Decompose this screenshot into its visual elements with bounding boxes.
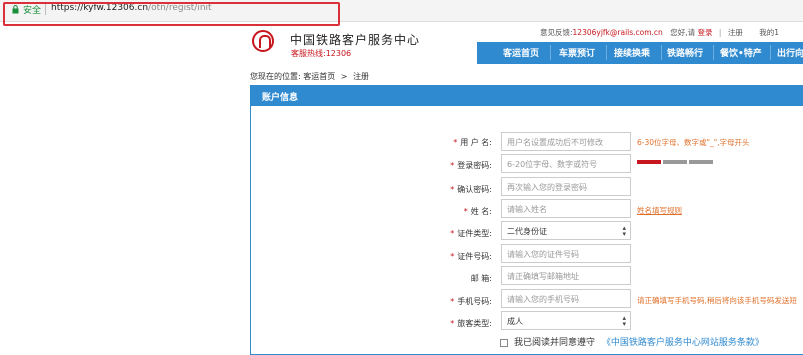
nav-item-transfer[interactable]: 接续换乘 [614, 46, 650, 59]
breadcrumb-current: 注册 [353, 72, 370, 81]
strength-segment-weak [637, 160, 661, 164]
passenger-type-select[interactable]: 成人 ▴ ▾ [501, 311, 631, 330]
nav-item-home[interactable]: 客运首页 [503, 46, 539, 59]
required-mark: * [463, 207, 468, 216]
email-input[interactable]: 请正确填写邮箱地址 [501, 266, 631, 285]
main-nav: 客运首页 车票预订 接续换乘 铁路畅行 餐饮•特产 出行向 [477, 42, 803, 64]
id-type-value: 二代身份证 [507, 227, 547, 236]
passenger-type-value: 成人 [507, 317, 523, 326]
required-mark: * [450, 319, 455, 328]
my-account-link[interactable]: 我的1 [759, 28, 779, 37]
passenger-type-label: * 旅客类型: [450, 319, 492, 328]
username-hint: 6-30位字母、数字或"_",字母开头 [637, 138, 750, 147]
agree-checkbox[interactable] [500, 338, 508, 347]
agree-text: 我已阅读并同意遵守 [514, 338, 596, 348]
select-arrows-icon: ▴ ▾ [622, 224, 626, 238]
id-type-select[interactable]: 二代身份证 ▴ ▾ [501, 221, 631, 240]
id-type-label: * 证件类型: [450, 229, 492, 238]
required-mark: * [450, 161, 455, 170]
railway-logo-icon[interactable] [252, 30, 274, 52]
terms-agreement: 我已阅读并同意遵守 《中国铁路客户服务中心网站服务条款》 [500, 335, 764, 348]
username-input[interactable]: 用户名设置成功后不可修改 [501, 132, 631, 151]
username-label: * 用 户 名: [453, 138, 492, 147]
required-mark: * [450, 252, 455, 261]
breadcrumb-home[interactable]: 客运首页 [303, 72, 335, 81]
id-number-input[interactable]: 请输入您的证件号码 [501, 244, 631, 263]
nav-divider [606, 45, 607, 60]
login-link[interactable]: 登录 [698, 28, 713, 37]
select-arrows-icon: ▴ ▾ [622, 314, 626, 328]
nav-item-tickets[interactable]: 车票预订 [559, 46, 595, 59]
nav-divider [550, 45, 551, 60]
strength-segment-medium [663, 160, 687, 164]
required-mark: * [450, 297, 455, 306]
breadcrumb: 您现在的位置: 客运首页 > 注册 [250, 71, 369, 82]
breadcrumb-prefix: 您现在的位置: [250, 72, 301, 81]
nav-item-trip[interactable]: 出行向 [777, 46, 803, 59]
feedback-email-link[interactable]: 12306yjfk@rails.com.cn [573, 28, 663, 37]
nav-divider [770, 45, 771, 60]
address-highlight-box [3, 2, 340, 26]
name-input[interactable]: 请输入姓名 [501, 199, 631, 218]
required-mark: * [450, 229, 455, 238]
confirm-password-input[interactable]: 再次输入您的登录密码 [501, 177, 631, 196]
nav-item-food[interactable]: 餐饮•特产 [720, 46, 762, 59]
hotline-text: 客服热线:12306 [291, 49, 352, 58]
greeting-text: 您好,请 [670, 28, 696, 37]
email-label: 邮 箱: [470, 274, 492, 283]
nav-divider [661, 45, 662, 60]
name-label: * 姓 名: [463, 207, 492, 216]
feedback-label: 意见反馈: [540, 28, 573, 37]
required-mark: * [453, 138, 458, 147]
register-link[interactable]: 注册 [728, 28, 743, 37]
nav-item-travel[interactable]: 铁路畅行 [667, 46, 703, 59]
strength-segment-strong [689, 160, 713, 164]
breadcrumb-arrow: > [340, 72, 348, 81]
required-mark: * [450, 185, 455, 194]
link-divider: | [718, 28, 722, 37]
phone-label: * 手机号码: [450, 297, 492, 306]
terms-link[interactable]: 《中国铁路客户服务中心网站服务条款》 [602, 338, 764, 348]
phone-hint: 请正确填写手机号码,稍后将向该手机号码发送短 [637, 296, 797, 305]
name-rules-link[interactable]: 姓名填写规则 [637, 205, 682, 216]
top-links: 意见反馈:12306yjfk@rails.com.cn 您好,请 登录 | 注册… [540, 27, 779, 38]
id-number-label: * 证件号码: [450, 252, 492, 261]
password-input[interactable]: 6-20位字母、数字或符号 [501, 154, 631, 173]
panel-title: 账户信息 [262, 93, 299, 103]
confirm-password-label: * 确认密码: [450, 185, 492, 194]
panel-header: 账户信息 [251, 86, 803, 106]
password-strength-bar [637, 160, 715, 164]
password-label: * 登录密码: [450, 161, 492, 170]
nav-divider [713, 45, 714, 60]
site-brand[interactable]: 中国铁路客户服务中心 [290, 31, 420, 48]
phone-input[interactable]: 请输入您的手机号码 [501, 289, 631, 308]
